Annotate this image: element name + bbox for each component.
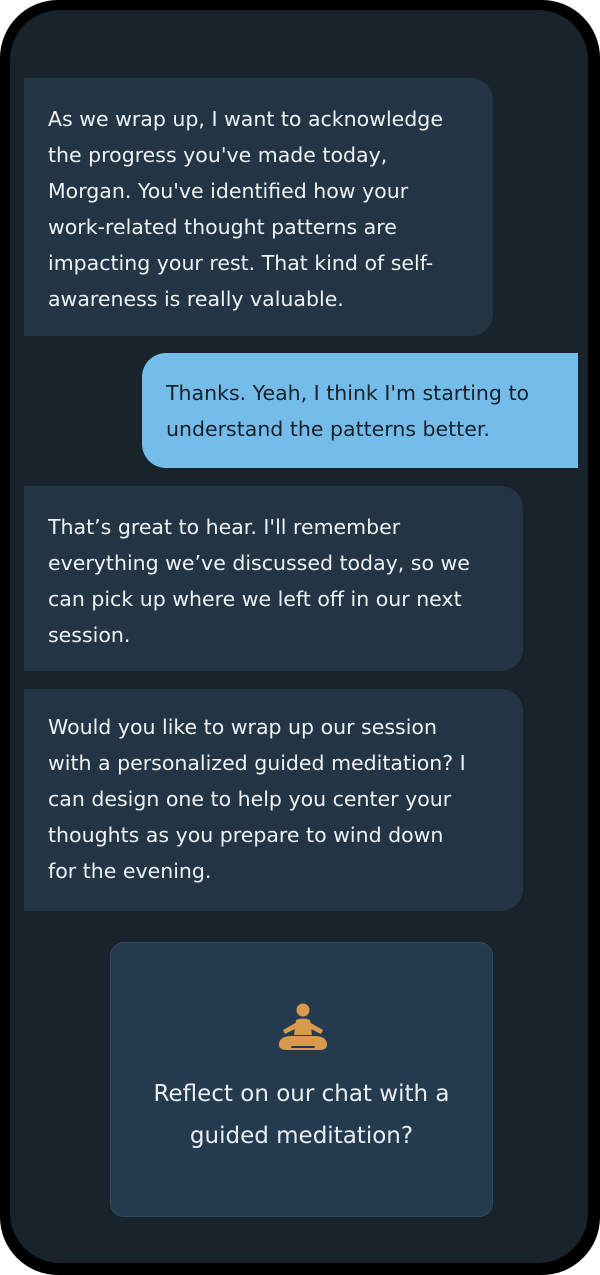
- message-text-line: awareness is really valuable.: [48, 287, 344, 311]
- chat-screen[interactable]: As we wrap up, I want to acknowledge the…: [10, 10, 588, 1263]
- message-text-line: Thanks. Yeah, I think I'm starting to: [166, 381, 530, 405]
- user-message-bubble: Thanks. Yeah, I think I'm starting to un…: [142, 353, 578, 468]
- message-text-line: Morgan. You've identified how your: [48, 179, 409, 203]
- message-text-line: understand the patterns better.: [166, 417, 490, 441]
- message-text-line: As we wrap up, I want to acknowledge: [48, 107, 443, 131]
- card-prompt-text: Reflect on our chat with a guided medita…: [111, 1073, 492, 1157]
- message-text-line: the progress you've made today,: [48, 143, 388, 167]
- message-text-line: session.: [48, 623, 131, 647]
- assistant-message-bubble: As we wrap up, I want to acknowledge the…: [24, 78, 493, 336]
- guided-meditation-card[interactable]: Reflect on our chat with a guided medita…: [110, 942, 493, 1217]
- message-text-line: can design one to help you center your: [48, 787, 452, 811]
- card-text-line: Reflect on our chat with a: [153, 1081, 450, 1107]
- message-text-line: Would you like to wrap up our session: [48, 715, 437, 739]
- message-text-line: That’s great to hear. I'll remember: [48, 515, 401, 539]
- message-text-line: with a personalized guided meditation? I: [48, 751, 466, 775]
- meditation-pose-icon: [278, 1003, 328, 1050]
- message-text-line: everything we’ve discussed today, so we: [48, 551, 470, 575]
- phone-frame: As we wrap up, I want to acknowledge the…: [0, 0, 600, 1275]
- message-text-line: thoughts as you prepare to wind down: [48, 823, 444, 847]
- card-text-line: guided meditation?: [189, 1123, 414, 1149]
- message-text-line: work-related thought patterns are: [48, 215, 397, 239]
- message-text-line: for the evening.: [48, 859, 212, 883]
- assistant-message-bubble: That’s great to hear. I'll remember ever…: [24, 486, 523, 671]
- assistant-message-bubble: Would you like to wrap up our session wi…: [24, 689, 523, 911]
- message-text-line: can pick up where we left off in our nex…: [48, 587, 462, 611]
- message-text-line: impacting your rest. That kind of self-: [48, 251, 434, 275]
